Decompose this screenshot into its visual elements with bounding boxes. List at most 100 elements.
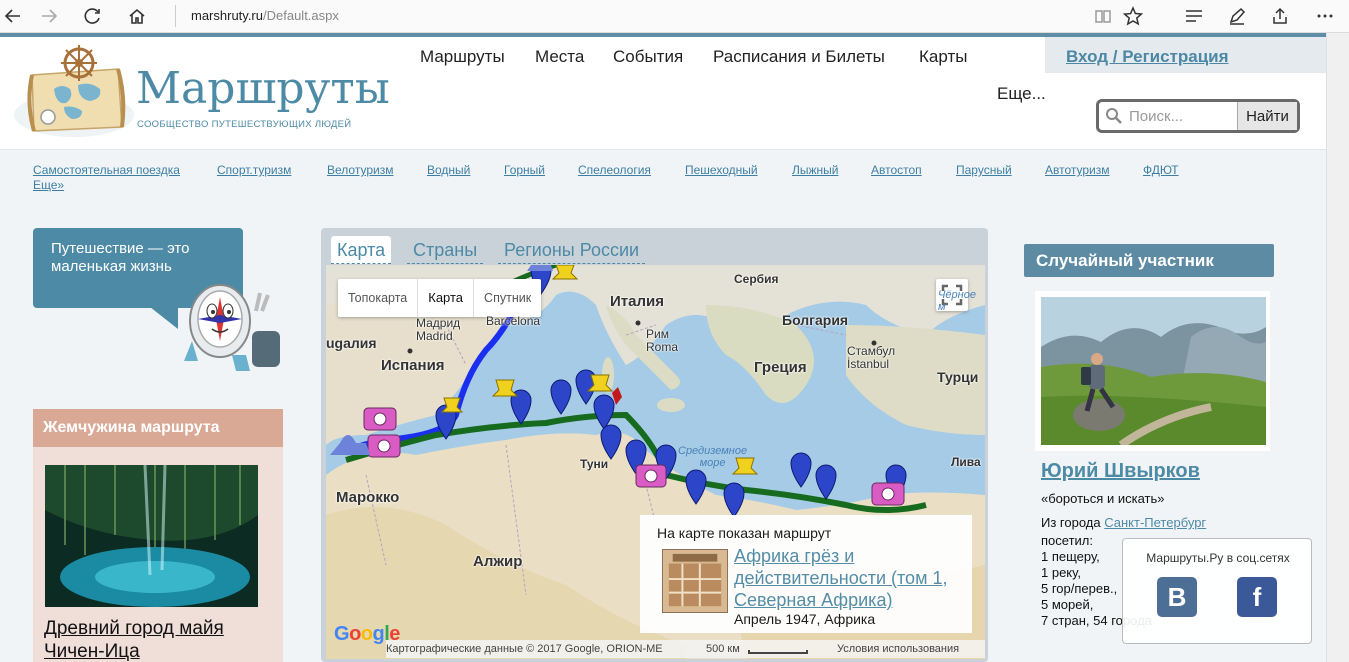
nav-more[interactable]: Еще... bbox=[997, 84, 1046, 104]
label-algeria: Алжир bbox=[473, 553, 523, 570]
cat-sailing[interactable]: Парусный bbox=[956, 163, 1012, 177]
tab-russia-regions[interactable]: Регионы России bbox=[498, 236, 646, 264]
label-serbia: Сербия bbox=[734, 272, 779, 286]
tab-countries[interactable]: Страны bbox=[407, 236, 484, 264]
cat-mountain[interactable]: Горный bbox=[504, 163, 545, 177]
cenote-photo[interactable] bbox=[45, 465, 258, 607]
label-madrid: Мадрид Madrid bbox=[416, 316, 461, 343]
pearl-of-route-box: Жемчужина маршрута Древний город майя Чич… bbox=[33, 409, 283, 662]
tab-map[interactable]: Карта bbox=[331, 236, 392, 264]
nav-schedules[interactable]: Расписания и Билеты bbox=[713, 47, 885, 67]
popup-caption: На карте показан маршрут bbox=[657, 525, 832, 541]
member-city-link[interactable]: Санкт-Петербург bbox=[1104, 515, 1206, 530]
hub-icon[interactable] bbox=[1181, 3, 1207, 29]
page-scrollbar[interactable] bbox=[1326, 33, 1349, 662]
label-tunisia: Туни bbox=[580, 457, 609, 471]
pearl-title-link[interactable]: Древний город майя Чичен-Ица bbox=[44, 617, 224, 662]
cat-hitchhike[interactable]: Автостоп bbox=[871, 163, 922, 177]
map-canvas[interactable]: Топокарта Карта Спутник Сербия Италия Бо… bbox=[326, 265, 985, 659]
nav-maps[interactable]: Карты bbox=[919, 47, 967, 67]
address-bar[interactable]: marshruty.ru/Default.aspx bbox=[175, 5, 339, 27]
search-button[interactable]: Найти bbox=[1237, 102, 1297, 130]
forward-icon[interactable] bbox=[36, 3, 62, 29]
label-istanbul: Стамбул İstanbul bbox=[847, 344, 896, 371]
label-black-sea: Чёрное м bbox=[938, 289, 976, 313]
map-terms-link[interactable]: Условия использования bbox=[837, 640, 959, 658]
label-greece: Греция bbox=[754, 359, 807, 376]
search-box: Найти bbox=[1096, 99, 1300, 133]
random-member-heading: Случайный участник bbox=[1024, 244, 1274, 277]
map-scale-bar bbox=[748, 650, 808, 654]
maptype-satellite[interactable]: Спутник bbox=[474, 279, 541, 317]
quote-text: Путешествие — это маленькая жизнь bbox=[51, 240, 190, 275]
member-from-label: Из города bbox=[1041, 515, 1105, 530]
label-libya: Лива bbox=[951, 455, 981, 469]
cat-hiking[interactable]: Пешеходный bbox=[685, 163, 758, 177]
label-bulgaria: Болгария bbox=[782, 312, 849, 328]
cat-self-trip[interactable]: Самостоятельная поездка bbox=[33, 163, 180, 177]
web-page: Маршруты СООБЩЕСТВО ПУТЕШЕСТВУЮЩИХ ЛЮДЕЙ… bbox=[0, 33, 1326, 662]
label-rome: Рим Roma bbox=[646, 327, 679, 354]
label-barcelona: Barcelona bbox=[486, 314, 541, 328]
member-photo-frame bbox=[1035, 291, 1270, 451]
map-attribution: Картографические данные © 2017 Google, O… bbox=[386, 643, 663, 655]
cat-fdyut[interactable]: ФДЮТ bbox=[1143, 163, 1179, 177]
label-spain: Испания bbox=[381, 357, 445, 374]
facebook-icon[interactable]: f bbox=[1237, 577, 1277, 617]
cat-sport[interactable]: Спорт.туризм bbox=[217, 163, 291, 177]
label-morocco: Марокко bbox=[336, 489, 400, 506]
pearl-heading: Жемчужина маршрута bbox=[33, 409, 283, 447]
back-icon[interactable] bbox=[0, 3, 26, 29]
route-date-region: Апрель 1947, Африка bbox=[734, 611, 876, 627]
compass-mascot-icon bbox=[184, 284, 280, 371]
cat-ski[interactable]: Лыжный bbox=[792, 163, 838, 177]
nav-routes[interactable]: Маршруты bbox=[420, 47, 505, 67]
route-thumbnail[interactable] bbox=[662, 549, 728, 613]
route-link[interactable]: Африка грёз и действительности (том 1, С… bbox=[734, 545, 966, 611]
label-italy: Италия bbox=[610, 293, 664, 310]
logo-title[interactable]: Маршруты bbox=[136, 63, 390, 114]
maptype-map[interactable]: Карта bbox=[418, 279, 475, 317]
reading-view-icon[interactable] bbox=[1090, 3, 1116, 29]
pearl-title-line1: Древний город майя bbox=[44, 618, 224, 639]
favorite-star-icon[interactable] bbox=[1120, 3, 1146, 29]
maptype-topo[interactable]: Топокарта bbox=[338, 279, 419, 317]
cat-bike[interactable]: Велотуризм bbox=[327, 163, 393, 177]
route-info-popup: На карте показан маршрут Африка грёз и д… bbox=[640, 515, 972, 633]
map-scale-label[interactable]: 500 км bbox=[706, 640, 740, 658]
social-widget: Маршруты.Ру в соц.сетях B f bbox=[1122, 538, 1312, 644]
more-menu-icon[interactable] bbox=[1312, 3, 1338, 29]
member-motto: «бороться и искать» bbox=[1041, 491, 1165, 506]
refresh-icon[interactable] bbox=[80, 3, 106, 29]
social-title: Маршруты.Ру в соц.сетях bbox=[1146, 551, 1290, 565]
member-from: Из города Санкт-Петербург bbox=[1041, 515, 1206, 530]
cat-water[interactable]: Водный bbox=[427, 163, 470, 177]
login-register-link[interactable]: Вход / Регистрация bbox=[1066, 47, 1229, 67]
url-host: marshruty.ru bbox=[191, 8, 263, 23]
site-header: Маршруты СООБЩЕСТВО ПУТЕШЕСТВУЮЩИХ ЛЮДЕЙ… bbox=[0, 37, 1326, 149]
url-path: /Default.aspx bbox=[263, 8, 339, 23]
search-input[interactable] bbox=[1129, 106, 1235, 126]
cat-more[interactable]: Еще» bbox=[33, 178, 64, 192]
map-footer: Картографические данные © 2017 Google, O… bbox=[386, 640, 985, 658]
search-icon bbox=[1106, 108, 1122, 124]
label-med-sea: Средиземное море bbox=[678, 445, 748, 469]
label-turkey: Турци bbox=[937, 369, 979, 385]
pearl-title-line2: Чичен-Ица bbox=[44, 641, 140, 662]
nav-events[interactable]: События bbox=[613, 47, 683, 67]
map-widget: Карта Страны Регионы России Топокарта Ка… bbox=[321, 228, 988, 662]
member-name-link[interactable]: Юрий Швырков bbox=[1041, 460, 1200, 483]
cat-caving[interactable]: Спелеология bbox=[578, 163, 651, 177]
logo-map-icon[interactable] bbox=[14, 45, 134, 141]
member-photo[interactable] bbox=[1041, 297, 1266, 445]
label-portugal: ugалия bbox=[326, 335, 377, 351]
home-icon[interactable] bbox=[124, 3, 150, 29]
pen-note-icon[interactable] bbox=[1224, 3, 1250, 29]
nav-places[interactable]: Места bbox=[535, 47, 584, 67]
category-bar: Самостоятельная поездка Спорт.туризм Вел… bbox=[0, 149, 1326, 197]
cat-auto[interactable]: Автотуризм bbox=[1045, 163, 1110, 177]
map-type-switcher: Топокарта Карта Спутник bbox=[338, 279, 542, 317]
browser-toolbar: marshruty.ru/Default.aspx bbox=[0, 0, 1349, 33]
vk-icon[interactable]: B bbox=[1157, 577, 1197, 617]
share-icon[interactable] bbox=[1267, 3, 1293, 29]
